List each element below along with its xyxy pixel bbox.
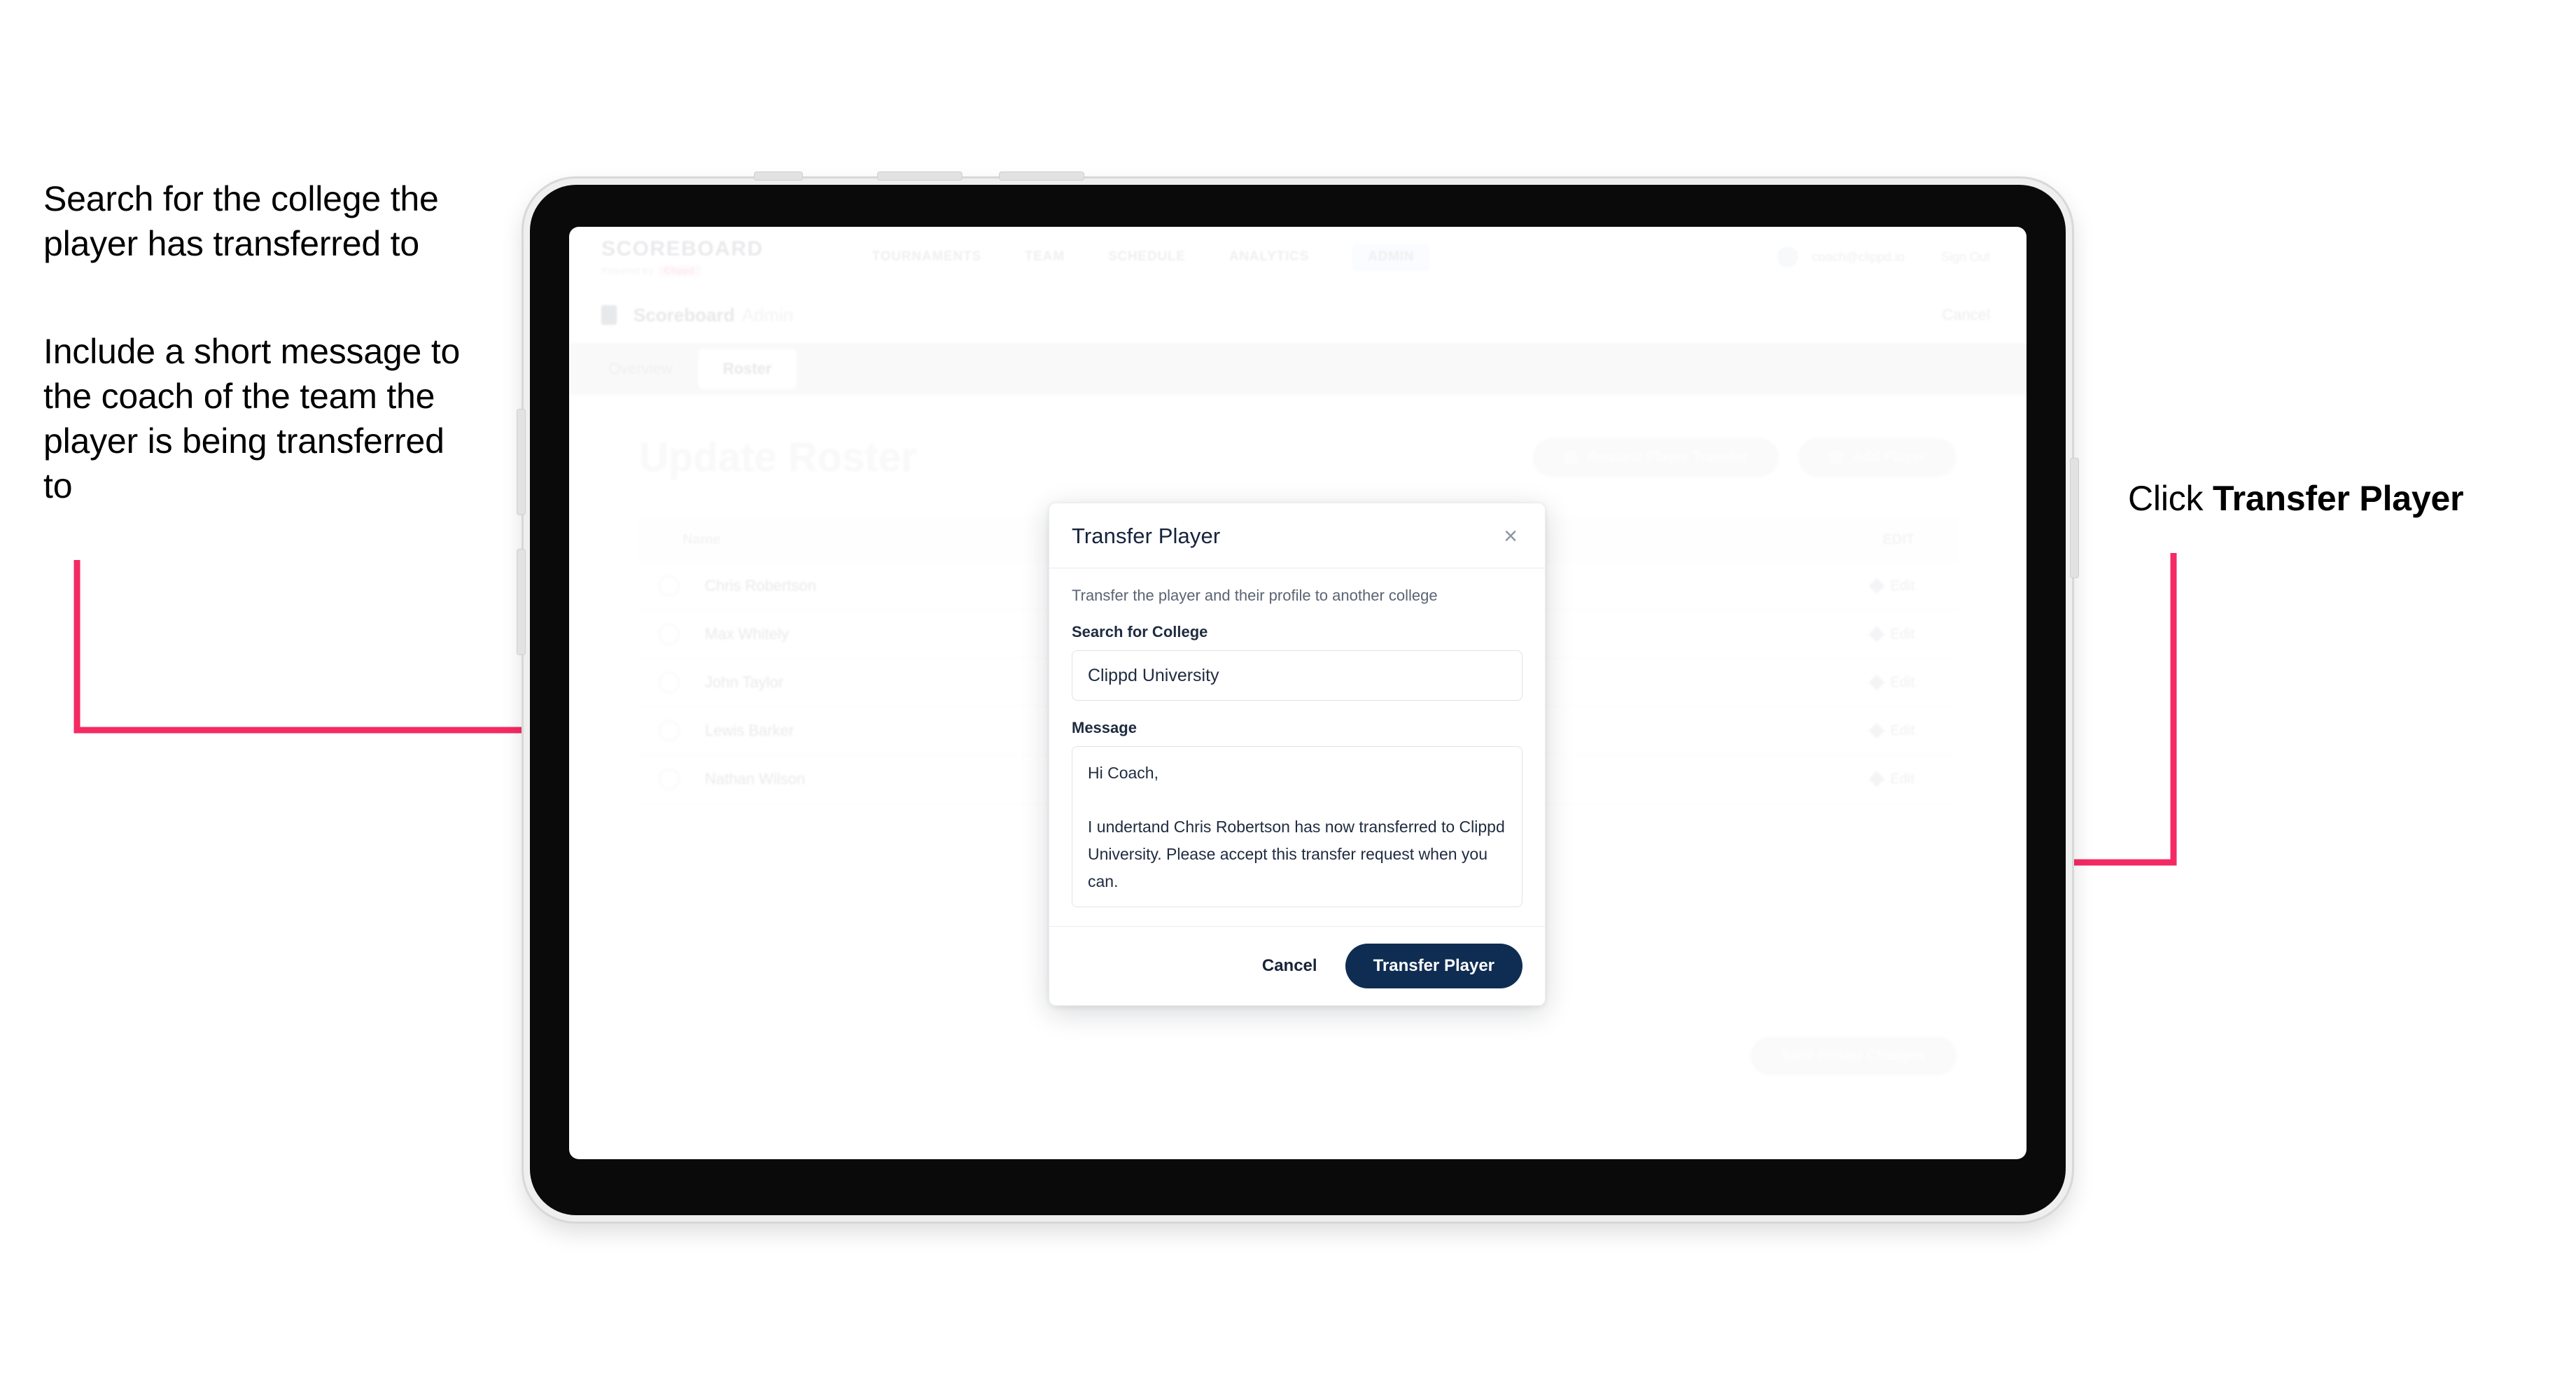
row-checkbox[interactable]	[659, 720, 680, 741]
row-edit-label: Edit	[1890, 771, 1914, 787]
brand-title: SCOREBOARD	[601, 237, 764, 260]
row-edit-button[interactable]: Edit	[1868, 771, 1914, 788]
transfer-player-submit-button[interactable]: Transfer Player	[1345, 944, 1522, 988]
player-name: Nathan Wilson	[705, 770, 806, 788]
row-edit-label: Edit	[1890, 626, 1914, 642]
modal-title: Transfer Player	[1072, 524, 1221, 548]
row-edit-label: Edit	[1890, 674, 1914, 690]
annotation-right-bold: Transfer Player	[2213, 479, 2464, 518]
player-name: Max Whitely	[705, 625, 789, 643]
page-top-actions: Request Player Transfer Add Player	[1532, 438, 1956, 477]
tab-strip: Overview Roster	[569, 343, 2026, 395]
row-checkbox[interactable]	[659, 624, 680, 645]
row-checkbox[interactable]	[659, 575, 680, 596]
page-bottom-actions: Save Roster Changes	[1751, 1037, 1956, 1075]
modal-footer: Cancel Transfer Player	[1049, 926, 1545, 1005]
modal-body: Transfer the player and their profile to…	[1049, 568, 1545, 926]
row-edit-button[interactable]: Edit	[1868, 674, 1914, 691]
message-label: Message	[1072, 719, 1137, 736]
pencil-icon	[1868, 626, 1884, 643]
app-header: SCOREBOARD Powered by Clippd TOURNAMENTS…	[569, 227, 2026, 288]
avatar[interactable]	[1777, 246, 1798, 267]
brand-subtitle: Powered by Clippd	[601, 265, 764, 276]
pencil-icon	[1868, 578, 1884, 594]
message-textarea[interactable]	[1072, 746, 1522, 907]
nav-item-team[interactable]: TEAM	[1025, 249, 1065, 265]
breadcrumb-suffix: Admin	[741, 304, 794, 326]
plus-icon	[1828, 450, 1843, 465]
player-name: John Taylor	[705, 673, 784, 691]
pencil-icon	[1868, 722, 1884, 739]
row-checkbox[interactable]	[659, 672, 680, 693]
close-icon[interactable]: ×	[1497, 523, 1524, 550]
device-button-side-2[interactable]	[517, 550, 525, 654]
search-college-input[interactable]	[1072, 650, 1522, 701]
nav-badge-admin[interactable]: ADMIN	[1352, 244, 1430, 270]
request-player-transfer-button[interactable]: Request Player Transfer	[1532, 438, 1779, 477]
brand-sub-pill: Clippd	[658, 265, 701, 276]
breadcrumb: Scoreboard Admin	[634, 304, 793, 326]
primary-nav: TOURNAMENTS TEAM SCHEDULE ANALYTICS ADMI…	[872, 244, 1430, 270]
search-college-label: Search for College	[1072, 623, 1208, 640]
cancel-button[interactable]: Cancel	[1258, 955, 1322, 976]
annotation-right-prefix: Click	[2128, 479, 2213, 518]
row-edit-button[interactable]: Edit	[1868, 722, 1914, 739]
row-checkbox[interactable]	[659, 769, 680, 790]
row-edit-label: Edit	[1890, 578, 1914, 594]
breadcrumb-bar: Scoreboard Admin Cancel	[569, 287, 2026, 344]
device-button-top-1[interactable]	[755, 172, 802, 180]
row-edit-button[interactable]: Edit	[1868, 626, 1914, 643]
breadcrumb-cancel-link[interactable]: Cancel	[1942, 306, 1990, 324]
nav-item-schedule[interactable]: SCHEDULE	[1108, 249, 1186, 265]
device-button-right[interactable]	[2071, 458, 2078, 578]
nav-item-analytics[interactable]: ANALYTICS	[1229, 249, 1309, 265]
brand-sub-prefix: Powered by	[601, 265, 654, 276]
breadcrumb-label: Scoreboard	[634, 304, 735, 326]
modal-description: Transfer the player and their profile to…	[1072, 587, 1438, 604]
transfer-player-modal: Transfer Player × Transfer the player an…	[1049, 503, 1546, 1006]
user-email: coach@clippd.io	[1812, 249, 1905, 264]
sign-out-link[interactable]: Sign Out	[1941, 250, 1990, 265]
tab-overview[interactable]: Overview	[583, 343, 698, 395]
scoreboard-icon	[601, 305, 617, 325]
player-name: Lewis Barker	[705, 722, 794, 739]
save-roster-changes-button[interactable]: Save Roster Changes	[1751, 1037, 1956, 1075]
annotation-text-click-transfer: Click Transfer Player	[2128, 476, 2520, 521]
row-edit-label: Edit	[1890, 722, 1914, 738]
column-header-edit: EDIT	[1882, 531, 1914, 547]
save-roster-changes-label: Save Roster Changes	[1782, 1048, 1926, 1063]
pencil-icon	[1868, 674, 1884, 691]
device-button-side-1[interactable]	[517, 410, 525, 514]
brand-logo[interactable]: SCOREBOARD Powered by Clippd	[601, 237, 764, 276]
add-player-button[interactable]: Add Player	[1798, 438, 1956, 477]
modal-header: Transfer Player ×	[1049, 503, 1545, 568]
add-player-label: Add Player	[1852, 449, 1926, 465]
transfer-icon	[1563, 450, 1578, 465]
annotation-text-include-message: Include a short message to the coach of …	[43, 332, 461, 505]
row-edit-button[interactable]: Edit	[1868, 578, 1914, 594]
column-header-name: Name	[682, 531, 721, 547]
page-title: Update Roster	[639, 435, 917, 480]
player-name: Chris Robertson	[705, 577, 816, 594]
device-button-top-3[interactable]	[1000, 172, 1084, 180]
tab-roster[interactable]: Roster	[697, 349, 797, 389]
nav-item-tournaments[interactable]: TOURNAMENTS	[872, 249, 981, 265]
header-user-area: coach@clippd.io Sign Out	[1777, 246, 1990, 267]
request-player-transfer-label: Request Player Transfer	[1587, 449, 1748, 465]
pencil-icon	[1868, 771, 1884, 788]
device-button-top-2[interactable]	[878, 172, 962, 180]
annotation-text-search-college: Search for the college the player has tr…	[43, 179, 439, 263]
